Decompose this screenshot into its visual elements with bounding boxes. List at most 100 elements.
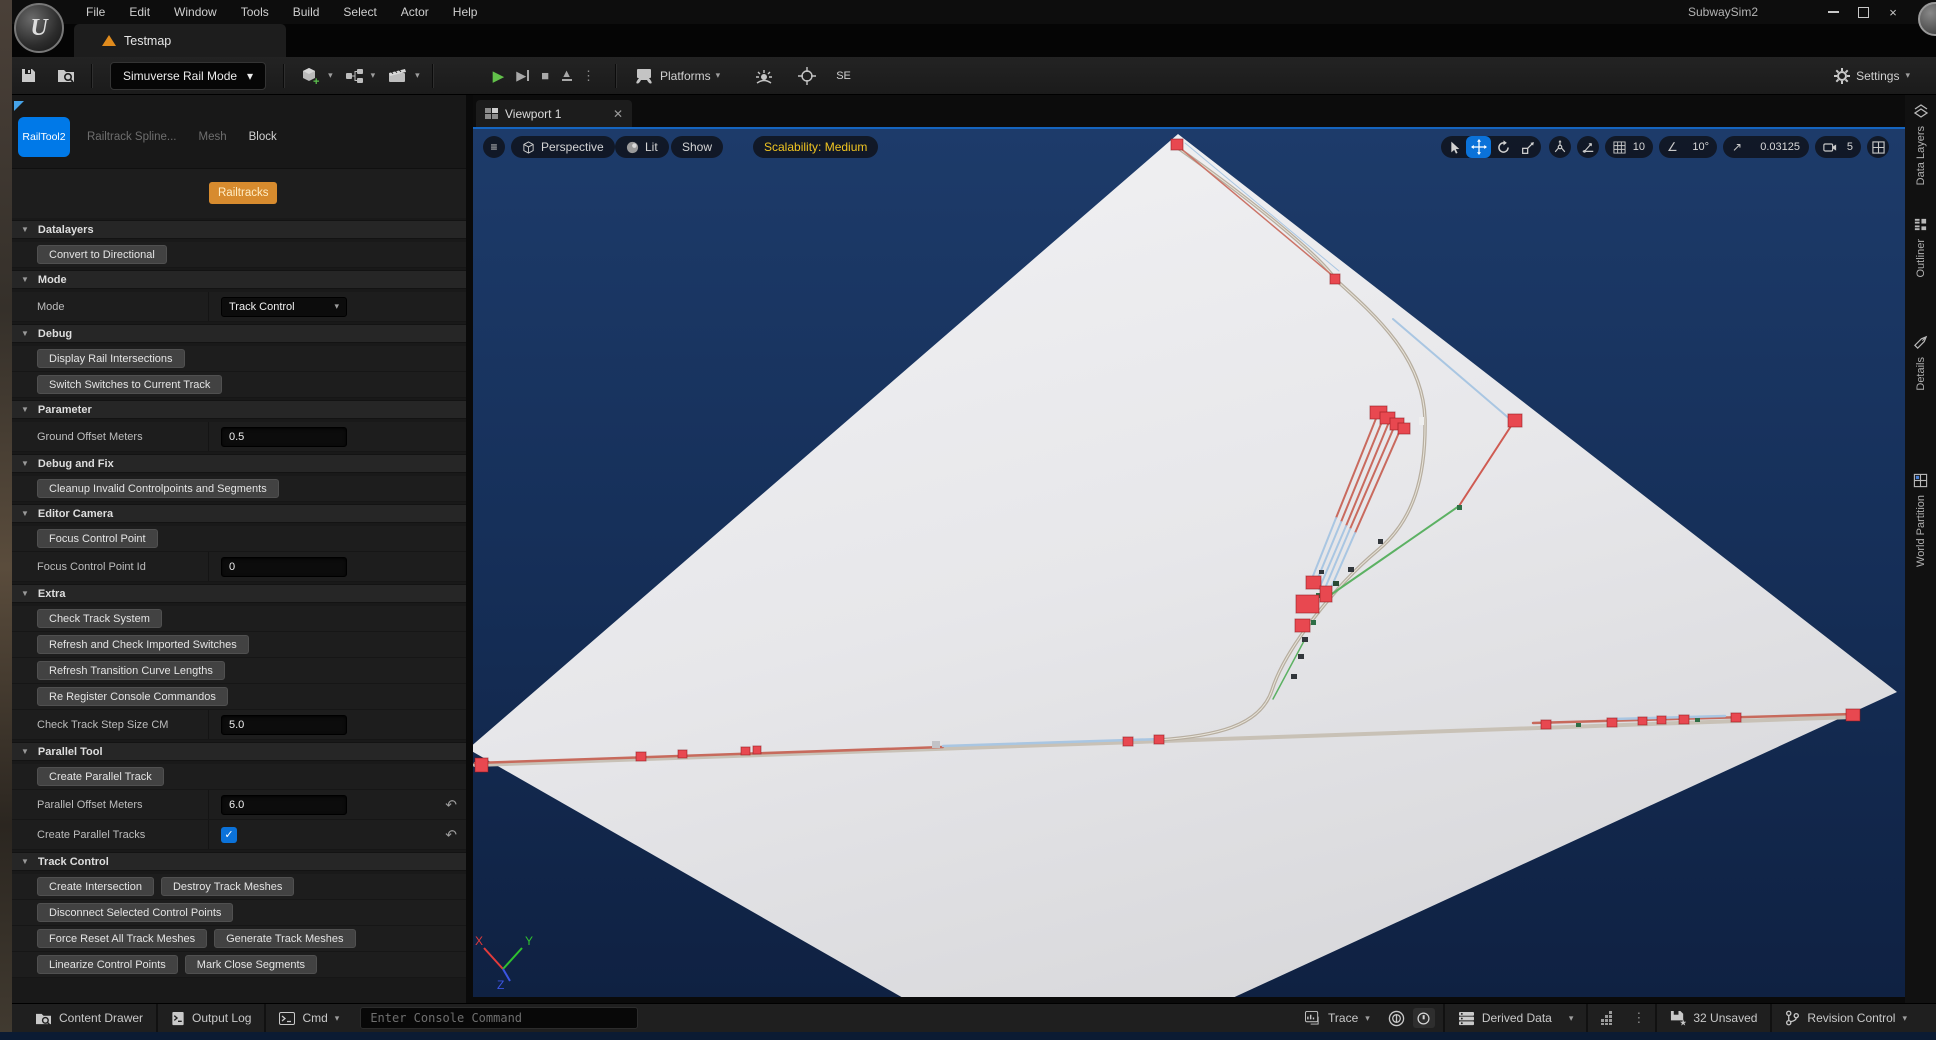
scale-tool-button[interactable] (1516, 136, 1541, 158)
trace-dropdown[interactable]: Trace ▾ (1292, 1004, 1383, 1033)
control-point[interactable] (1679, 715, 1689, 724)
section-header-extra[interactable]: ▼Extra (12, 584, 466, 603)
cinematics-icon[interactable] (387, 67, 409, 84)
focus-control-point-id-input[interactable]: 0 (221, 557, 347, 577)
dock-tab-data-layers[interactable]: Data Layers (1905, 103, 1936, 185)
menu-window[interactable]: Window (162, 0, 229, 24)
move-tool-button[interactable] (1466, 136, 1491, 158)
control-point[interactable] (1330, 274, 1340, 284)
play-button[interactable]: ▶ (493, 67, 505, 85)
mark-close-segments-button[interactable]: Mark Close Segments (185, 955, 317, 974)
lit-mode-selector[interactable]: Lit (615, 136, 669, 158)
world-local-gizmo-button[interactable] (1549, 136, 1571, 158)
browse-content-icon[interactable] (57, 67, 76, 84)
control-point[interactable] (1731, 713, 1741, 722)
camera-speed-control[interactable]: 5 (1815, 136, 1861, 158)
control-point[interactable] (1123, 737, 1133, 746)
control-point[interactable] (475, 758, 488, 772)
grid-snap-control[interactable]: 10 (1605, 136, 1653, 158)
surface-snap-button[interactable] (1577, 136, 1599, 158)
output-log-button[interactable]: Output Log (158, 1004, 264, 1033)
menu-file[interactable]: File (74, 0, 117, 24)
section-header-mode[interactable]: ▼Mode (12, 270, 466, 289)
create-parallel-tracks-checkbox[interactable]: ✓ (221, 827, 237, 843)
content-drawer-button[interactable]: Content Drawer (22, 1004, 156, 1033)
revision-control-dropdown[interactable]: Revision Control ▾ (1772, 1004, 1920, 1033)
section-header-parallel-tool[interactable]: ▼Parallel Tool (12, 742, 466, 761)
convert-to-directional-button[interactable]: Convert to Directional (37, 245, 167, 264)
control-point[interactable] (1295, 619, 1310, 632)
railtool-tab-railtrack-spline[interactable]: Railtrack Spline... (87, 131, 176, 143)
menu-tools[interactable]: Tools (229, 0, 281, 24)
platforms-icon[interactable] (634, 68, 654, 84)
viewport-3d[interactable]: XYZ ≡ Perspective Lit Show Scalability: … (473, 127, 1905, 997)
control-point[interactable] (1171, 139, 1183, 150)
stop-button[interactable]: ■ (541, 68, 549, 83)
create-intersection-button[interactable]: Create Intersection (37, 877, 154, 896)
blueprints-chevron-icon[interactable]: ▾ (371, 70, 376, 81)
dock-tab-world-partition[interactable]: World Partition (1905, 473, 1936, 567)
tab-testmap[interactable]: Testmap (74, 24, 286, 57)
editor-mode-selector[interactable]: Simuverse Rail Mode ▾ (110, 62, 266, 90)
dock-tab-details[interactable]: Details (1905, 335, 1936, 391)
control-point[interactable] (678, 750, 687, 758)
cmd-dropdown[interactable]: Cmd ▾ (266, 1004, 352, 1033)
railtracks-button[interactable]: Railtracks (209, 182, 277, 204)
target-point-icon[interactable] (798, 67, 816, 85)
unreal-logo-icon[interactable]: U (14, 3, 64, 53)
destroy-track-meshes-button[interactable]: Destroy Track Meshes (161, 877, 294, 896)
rotate-tool-button[interactable] (1491, 136, 1516, 158)
menu-select[interactable]: Select (331, 0, 388, 24)
resource-grid-icon[interactable] (1600, 1010, 1616, 1026)
re-register-console-commandos-button[interactable]: Re Register Console Commandos (37, 687, 228, 706)
control-point[interactable] (1657, 716, 1666, 724)
control-point[interactable] (1607, 718, 1617, 727)
railtool-tab-railtool2[interactable]: RailTool2 (18, 117, 70, 157)
cleanup-invalid-controlpoints-and-segments-button[interactable]: Cleanup Invalid Controlpoints and Segmen… (37, 479, 279, 498)
linearize-control-points-button[interactable]: Linearize Control Points (37, 955, 178, 974)
control-point[interactable] (1638, 717, 1647, 725)
focus-control-point-button[interactable]: Focus Control Point (37, 529, 158, 548)
railtool-tab-block[interactable]: Block (249, 131, 277, 143)
console-command-input[interactable]: Enter Console Command (360, 1007, 638, 1029)
section-header-datalayers[interactable]: ▼Datalayers (12, 220, 466, 239)
generate-track-meshes-button[interactable]: Generate Track Meshes (214, 929, 355, 948)
show-menu-button[interactable]: Show (671, 136, 723, 158)
snapshot-icon[interactable] (1413, 1008, 1435, 1028)
viewport-options-button[interactable]: ≡ (483, 136, 505, 158)
section-header-debug-and-fix[interactable]: ▼Debug and Fix (12, 454, 466, 473)
platforms-label[interactable]: Platforms (660, 69, 711, 83)
section-header-debug[interactable]: ▼Debug (12, 324, 466, 343)
check-track-system-button[interactable]: Check Track System (37, 609, 162, 628)
perspective-selector[interactable]: Perspective (511, 136, 615, 158)
unsaved-count-button[interactable]: ★ 32 Unsaved (1657, 1004, 1770, 1033)
ground-offset-meters-input[interactable]: 0.5 (221, 427, 347, 447)
settings-dropdown[interactable]: Settings ▾ (1834, 68, 1910, 84)
scale-snap-control[interactable]: ↗ 0.03125 (1723, 136, 1809, 158)
control-point[interactable] (1846, 709, 1860, 721)
revert-icon[interactable]: ↶ (445, 796, 457, 813)
force-reset-all-track-meshes-button[interactable]: Force Reset All Track Meshes (37, 929, 207, 948)
insights-channel-icon[interactable] (1388, 1010, 1405, 1027)
section-header-editor-camera[interactable]: ▼Editor Camera (12, 504, 466, 523)
blueprints-icon[interactable] (345, 68, 365, 84)
quick-add-actor-icon[interactable]: + (300, 66, 322, 86)
railtool-tab-mesh[interactable]: Mesh (198, 131, 226, 143)
control-point[interactable] (1541, 720, 1551, 729)
menu-build[interactable]: Build (281, 0, 332, 24)
check-track-step-size-cm-input[interactable]: 5.0 (221, 715, 347, 735)
platforms-chevron-icon[interactable]: ▾ (716, 70, 721, 81)
control-point[interactable] (1296, 595, 1319, 613)
control-point[interactable] (636, 752, 646, 761)
control-point[interactable] (1320, 586, 1332, 602)
tab-viewport-1[interactable]: Viewport 1 ✕ (476, 100, 632, 127)
menu-actor[interactable]: Actor (389, 0, 441, 24)
close-icon[interactable]: ✕ (613, 107, 623, 121)
save-icon[interactable] (20, 67, 37, 84)
skip-frame-button[interactable]: ▶ (516, 68, 529, 84)
control-point[interactable] (753, 746, 761, 754)
status-more-icon[interactable]: ⋮ (1632, 1010, 1645, 1026)
create-parallel-track-button[interactable]: Create Parallel Track (37, 767, 164, 786)
environment-light-icon[interactable] (754, 68, 774, 84)
display-rail-intersections-button[interactable]: Display Rail Intersections (37, 349, 185, 368)
